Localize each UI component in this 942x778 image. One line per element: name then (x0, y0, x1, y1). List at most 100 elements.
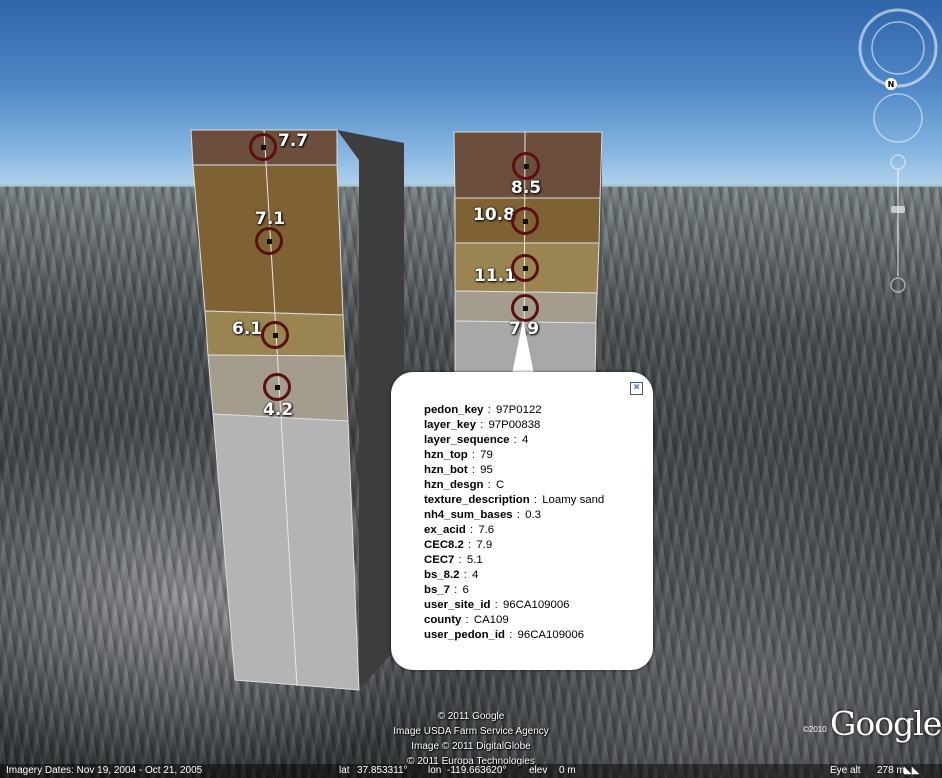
attribute-value: 6 (462, 584, 469, 596)
attribute-key: texture_description (424, 494, 530, 506)
attribute-value: 7.6 (478, 524, 495, 536)
attribute-row: ex_acid : 7.6 (424, 523, 604, 538)
attribute-value: Loamy sand (542, 494, 605, 506)
attribute-key: user_site_id (424, 599, 491, 611)
attribute-separator: : (460, 569, 470, 581)
attribute-row: county : CA109 (424, 613, 604, 628)
lon-value: -119.663620° (447, 765, 507, 776)
attribute-separator: : (491, 599, 501, 611)
attribute-key: layer_key (424, 419, 476, 431)
attribute-value: 95 (480, 464, 493, 476)
attribute-row: user_pedon_id : 96CA109006 (424, 628, 604, 643)
horizon-marker[interactable] (263, 373, 291, 401)
attribute-key: hzn_desgn (424, 479, 484, 491)
horizon-value-label: 8.5 (511, 178, 542, 198)
horizon-marker[interactable] (261, 321, 289, 349)
lat-label: lat (339, 765, 350, 776)
attribute-value: 7.9 (476, 539, 493, 551)
attribute-value: 0.3 (525, 509, 541, 521)
horizon-marker[interactable] (255, 227, 283, 255)
signal-icon: ◣◣ (904, 765, 920, 776)
attribute-separator: : (455, 554, 465, 566)
credit-line: Image © 2011 DigitalGlobe (411, 741, 531, 752)
imagery-dates: Imagery Dates: Nov 19, 2004 - Oct 21, 20… (6, 765, 203, 776)
attribute-row: pedon_key : 97P0122 (424, 403, 604, 418)
attribute-value: CA109 (473, 614, 509, 626)
credit-line: Image USDA Farm Service Agency (393, 726, 549, 737)
attribute-value: C (496, 479, 505, 491)
north-label: N (888, 80, 895, 89)
elev-value: 0 m (559, 765, 576, 776)
attribute-separator: : (450, 584, 461, 596)
attribute-key: county (424, 614, 462, 626)
attribute-separator: : (466, 524, 477, 536)
attribute-row: CEC8.2 : 7.9 (424, 538, 604, 553)
attribute-row: user_site_id : 96CA109006 (424, 598, 604, 613)
attribute-row: layer_sequence : 4 (424, 433, 604, 448)
attribute-value: 96CA109006 (502, 599, 570, 611)
attribute-key: ex_acid (424, 524, 466, 536)
status-bar: Imagery Dates: Nov 19, 2004 - Oct 21, 20… (0, 764, 942, 778)
lon-label: lon (428, 765, 442, 776)
attribute-value: 79 (480, 449, 493, 461)
info-balloon: × pedon_key : 97P0122 layer_key : 97P0083… (391, 372, 653, 670)
attribute-value: 97P0122 (496, 404, 542, 416)
attribute-key: hzn_top (424, 449, 468, 461)
attribute-separator: : (510, 434, 520, 446)
eye-alt-value: 278 m (877, 765, 905, 776)
horizon-marker[interactable] (511, 294, 539, 322)
attribute-value: 97P00838 (488, 419, 541, 431)
attribute-key: nh4_sum_bases (424, 509, 513, 521)
logo-year: ©2010 (803, 725, 827, 734)
attribute-separator: : (464, 539, 475, 551)
attribute-row: hzn_top : 79 (424, 448, 604, 463)
horizon-marker[interactable] (512, 152, 540, 180)
imagery-credits: © 2011 Google Image USDA Farm Service Ag… (0, 709, 942, 769)
google-logo: Google (830, 704, 942, 743)
close-icon[interactable]: × (630, 382, 643, 395)
attribute-separator: : (530, 494, 541, 506)
attribute-separator: : (484, 404, 495, 416)
attribute-value: 4 (522, 434, 529, 446)
attribute-separator: : (462, 614, 472, 626)
attribute-key: layer_sequence (424, 434, 510, 446)
horizon-value-label: 11.1 (474, 266, 516, 286)
attribute-value: 5.1 (466, 554, 483, 566)
attribute-key: CEC8.2 (424, 539, 464, 551)
attribute-value: 96CA109006 (517, 629, 585, 641)
attribute-key: bs_8.2 (424, 569, 460, 581)
attribute-separator: : (513, 509, 524, 521)
horizon-value-label: 7.1 (255, 209, 286, 229)
attribute-key: pedon_key (424, 404, 484, 416)
attribute-row: bs_7 : 6 (424, 583, 604, 598)
attribute-list: pedon_key : 97P0122 layer_key : 97P00838 l… (424, 403, 604, 643)
attribute-separator: : (506, 629, 516, 641)
attribute-row: hzn_desgn : C (424, 478, 604, 493)
horizon-value-label: 6.1 (232, 319, 263, 339)
attribute-row: nh4_sum_bases : 0.3 (424, 508, 604, 523)
attribute-key: bs_7 (424, 584, 450, 596)
attribute-row: texture_description : Loamy sand (424, 493, 604, 508)
north-indicator[interactable]: N (885, 78, 897, 90)
attribute-separator: : (484, 479, 494, 491)
attribute-row: layer_key : 97P00838 (424, 418, 604, 433)
lat-value: 37.853311° (357, 765, 408, 776)
horizon-marker[interactable] (511, 254, 539, 282)
attribute-separator: : (468, 464, 479, 476)
horizon-value-label: 7.9 (509, 319, 540, 339)
earth-3d-view[interactable]: 7.7 7.1 6.1 4.2 8.5 10.8 11.1 7.9 × pedo… (0, 0, 942, 778)
attribute-key: CEC7 (424, 554, 455, 566)
horizon-value-label: 7.7 (278, 131, 309, 151)
attribute-key: user_pedon_id (424, 629, 506, 641)
elev-label: elev (529, 765, 548, 776)
eye-alt-label: Eye alt (830, 765, 861, 776)
attribute-row: bs_8.2 : 4 (424, 568, 604, 583)
horizon-marker[interactable] (511, 207, 539, 235)
horizon-value-label: 10.8 (473, 205, 515, 225)
attribute-separator: : (468, 449, 479, 461)
left-horizon-5[interactable] (212, 413, 360, 691)
zoom-slider-thumb[interactable] (891, 206, 905, 213)
attribute-key: hzn_bot (424, 464, 468, 476)
horizon-marker[interactable] (249, 133, 277, 161)
attribute-row: hzn_bot : 95 (424, 463, 604, 478)
